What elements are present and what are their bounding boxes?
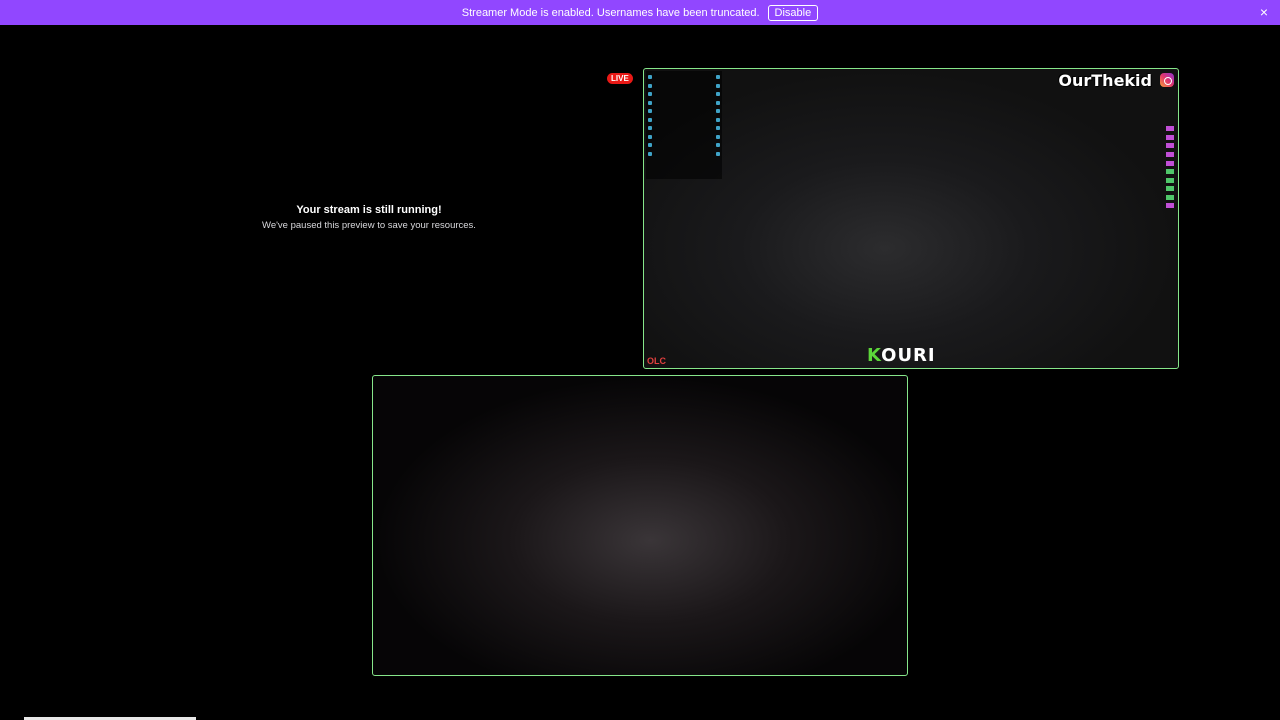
overlay-chat <box>1024 125 1174 210</box>
overlay-streamer-name: OurThekid <box>1058 71 1152 90</box>
overlay-logo: KOURI <box>867 345 936 366</box>
overlay-logo-rest: OURI <box>881 345 936 366</box>
paused-subtitle: We've paused this preview to save your r… <box>262 220 476 231</box>
overlay-logo-k: K <box>867 345 882 366</box>
paused-title: Your stream is still running! <box>296 204 442 216</box>
streamer-mode-message: Streamer Mode is enabled. Usernames have… <box>461 6 760 19</box>
live-badge: LIVE <box>607 73 633 84</box>
stream-preview-top[interactable]: OurThekid KOURI OLC <box>643 68 1179 369</box>
paused-preview-notice: Your stream is still running! We've paus… <box>262 204 476 231</box>
overlay-corner-tag: OLC <box>647 356 666 366</box>
close-icon[interactable]: × <box>1260 4 1268 20</box>
disable-streamer-mode-button[interactable]: Disable <box>767 4 819 21</box>
stream-preview-bottom[interactable] <box>372 375 908 676</box>
streamer-mode-banner: Streamer Mode is enabled. Usernames have… <box>0 0 1280 25</box>
overlay-leaderboard <box>646 71 722 179</box>
instagram-icon <box>1160 73 1174 87</box>
